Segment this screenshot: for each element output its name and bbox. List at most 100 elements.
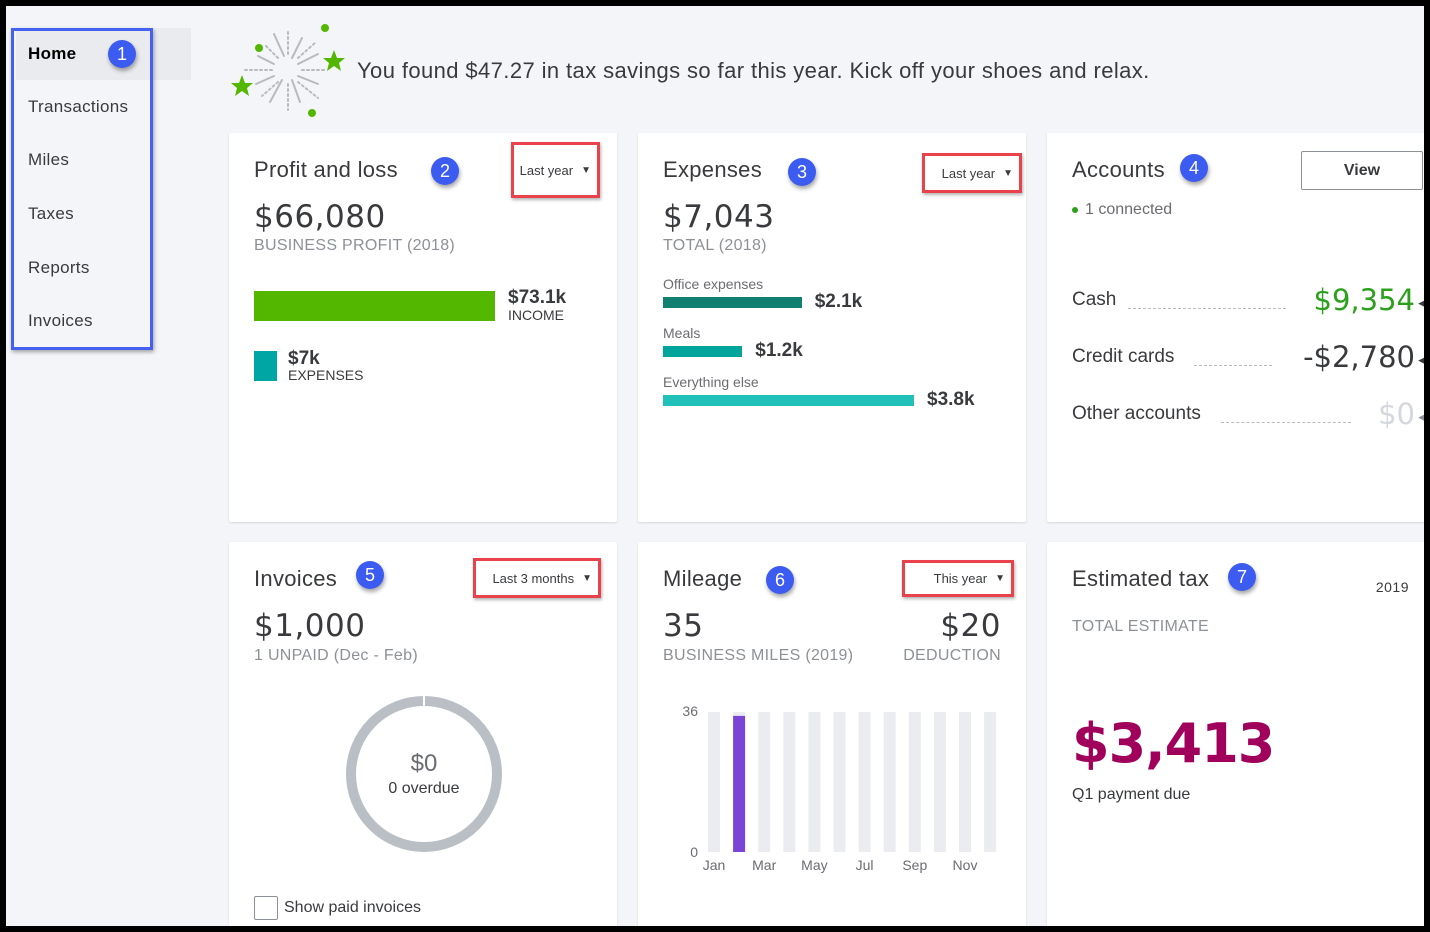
mileage-card: Mileage 6 This year ▼ 35 BUSINESS MILES (… (638, 542, 1026, 926)
dropdown-value: This year (933, 571, 988, 586)
sidebar-item-label: Home (28, 44, 77, 63)
estimated-tax-amount: $3,413 (1072, 712, 1275, 775)
callout-badge: 7 (1228, 563, 1256, 591)
bar-track (783, 712, 796, 852)
x-tick-label: Sep (902, 857, 927, 873)
card-title: Expenses (663, 157, 763, 182)
status-dot-icon (1072, 207, 1078, 213)
account-row-cash[interactable]: Cash $9,354 ◀ (1072, 283, 1424, 317)
sidebar-item-reports[interactable]: Reports (16, 242, 191, 294)
sidebar-item-transactions[interactable]: Transactions (16, 81, 191, 133)
bar-track (908, 712, 921, 852)
accounts-card: Accounts 4 View 1 connected Cash $9,354 … (1047, 133, 1424, 522)
sidebar-item-home[interactable]: Home (16, 28, 191, 80)
bar-track (808, 712, 821, 852)
bar-track (833, 712, 846, 852)
account-value: -$2,780 (1303, 340, 1415, 374)
bar-track (984, 712, 997, 852)
expenses-period-dropdown[interactable]: Last year ▼ (922, 153, 1022, 193)
y-tick-label: 36 (682, 703, 698, 719)
expense-category-value: $2.1k (814, 291, 863, 312)
income-value: $73.1k (508, 287, 567, 308)
caret-down-icon: ▼ (995, 573, 1005, 584)
bar-feb[interactable] (733, 715, 746, 852)
expense-category-label: Meals (663, 325, 701, 341)
sidebar-item-label: Transactions (28, 97, 129, 116)
mileage-period-dropdown[interactable]: This year ▼ (902, 560, 1014, 597)
sidebar-item-invoices[interactable]: Invoices (16, 295, 191, 347)
expense-category-label: Everything else (663, 374, 759, 390)
total-estimate-label: TOTAL ESTIMATE (1072, 618, 1209, 635)
account-label: Other accounts (1072, 403, 1201, 424)
account-value: $9,354 (1313, 283, 1415, 317)
expense-category-bar[interactable] (663, 297, 802, 308)
invoices-unpaid-amount: $1,000 (254, 608, 366, 644)
callout-badge: 3 (788, 158, 816, 186)
checkbox-label: Show paid invoices (284, 899, 421, 916)
dropdown-value: Last 3 months (492, 570, 575, 586)
expense-category-bar[interactable] (663, 395, 914, 406)
leader-dots (1128, 308, 1286, 309)
y-tick-label: 0 (690, 844, 698, 860)
account-label: Cash (1072, 289, 1117, 310)
leader-dots (1194, 365, 1272, 366)
caret-left-icon[interactable]: ◀ (1418, 355, 1424, 366)
caret-down-icon: ▼ (582, 572, 592, 584)
expenses-total-label: TOTAL (2018) (663, 237, 767, 254)
callout-badge: 6 (766, 566, 794, 594)
dropdown-value: Last year (941, 165, 996, 181)
dropdown-value: Last year (519, 162, 574, 178)
expense-category-label: Office expenses (663, 276, 764, 292)
card-title: Estimated tax (1072, 566, 1210, 591)
fireworks-icon (226, 20, 346, 125)
caret-down-icon: ▼ (1003, 167, 1013, 179)
sidebar-item-label: Invoices (28, 311, 93, 330)
tax-year: 2019 (1375, 579, 1409, 595)
profit-loss-period-dropdown[interactable]: Last year ▼ (511, 142, 600, 198)
income-label: INCOME (508, 307, 564, 323)
caret-down-icon: ▼ (581, 164, 591, 176)
expenses-label: EXPENSES (288, 367, 364, 383)
account-row-credit-cards[interactable]: Credit cards -$2,780 ◀ (1072, 340, 1424, 374)
x-tick-label: Mar (752, 857, 776, 873)
profit-loss-card: Profit and loss 2 Last year ▼ $66,080 BUS… (229, 133, 617, 522)
invoices-unpaid-label: 1 UNPAID (Dec - Feb) (254, 647, 418, 664)
bar-track (858, 712, 871, 852)
bar-track (959, 712, 971, 852)
invoices-period-dropdown[interactable]: Last 3 months ▼ (473, 558, 601, 598)
account-row-other[interactable]: Other accounts $0 ◀ (1072, 397, 1424, 431)
x-tick-label: Nov (953, 857, 978, 873)
deduction-value: $20 (940, 608, 1001, 644)
view-accounts-button[interactable]: View (1301, 151, 1423, 190)
card-title: Profit and loss (254, 157, 398, 182)
caret-left-icon[interactable]: ◀ (1418, 298, 1424, 309)
sidebar-item-taxes[interactable]: Taxes (16, 188, 191, 240)
business-profit-label: BUSINESS PROFIT (2018) (254, 237, 456, 254)
checkbox-box[interactable] (254, 896, 278, 920)
expense-category-value: $1.2k (755, 340, 803, 361)
connected-count: 1 connected (1085, 201, 1173, 218)
banner-message: You found $47.27 in tax savings so far t… (357, 58, 1150, 83)
account-value: $0 (1378, 397, 1415, 431)
show-paid-invoices-checkbox[interactable]: Show paid invoices (254, 896, 421, 920)
caret-left-icon[interactable]: ◀ (1418, 412, 1424, 423)
leader-dots (1221, 422, 1351, 423)
account-label: Credit cards (1072, 346, 1175, 367)
tax-savings-banner: You found $47.27 in tax savings so far t… (226, 20, 1326, 120)
sidebar-item-miles[interactable]: Miles (16, 134, 191, 186)
sidebar-item-label: Miles (28, 150, 70, 169)
deduction-label: DEDUCTION (903, 647, 1001, 664)
payment-due-label: Q1 payment due (1072, 786, 1191, 803)
card-title: Invoices (254, 566, 338, 591)
business-profit-amount: $66,080 (254, 199, 386, 235)
card-title: Accounts (1072, 157, 1165, 182)
expense-category-bar[interactable] (663, 346, 743, 357)
expenses-card: Expenses 3 Last year ▼ $7,043 TOTAL (2018… (638, 133, 1026, 522)
bar-track (758, 712, 771, 852)
overdue-count: 0 overdue (388, 780, 460, 797)
x-tick-label: Jan (703, 857, 726, 873)
sidebar-item-label: Taxes (28, 204, 74, 223)
callout-badge: 2 (431, 157, 459, 185)
expenses-total-amount: $7,043 (663, 199, 775, 235)
estimated-tax-card: Estimated tax 7 2019 TOTAL ESTIMATE $3,4… (1047, 542, 1424, 926)
